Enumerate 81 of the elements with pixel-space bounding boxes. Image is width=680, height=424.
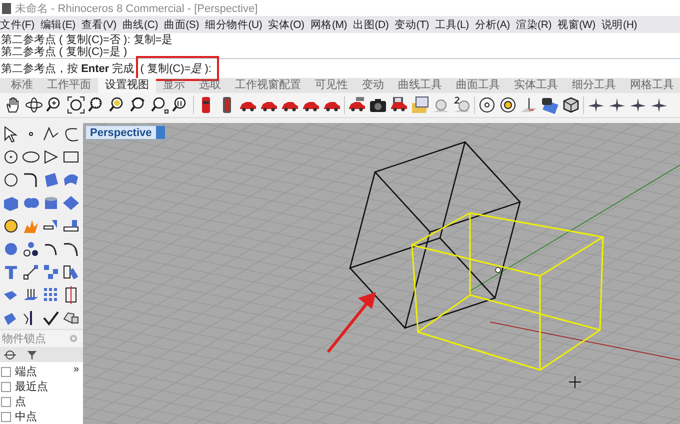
camera-icon[interactable] [541,96,559,114]
points-icon[interactable] [22,240,40,258]
command-history-line: 第二参考点 ( 复制(C)=是 ) [1,46,128,58]
toolbar-tab[interactable]: 细分工具 [565,78,623,93]
arc-icon[interactable] [62,240,80,258]
menu-item[interactable]: 查看(V) [81,18,116,32]
toolbar-tab[interactable]: 选取 [192,78,228,93]
move-icon[interactable] [22,263,40,281]
toolbar-tab[interactable]: 曲面工具 [449,78,507,93]
window-title: 未命名 - Rhinoceros 8 Commercial - [Perspective] [15,2,258,16]
toolbar-tab[interactable]: 设置视图 [98,78,156,93]
rotate-icon[interactable] [62,263,80,281]
menu-item[interactable]: 出图(D) [353,18,389,32]
command-prompt: 第二参考点，按 Enter 完成 [1,62,134,76]
pin-icon[interactable] [520,96,538,114]
snap-icon[interactable] [4,348,16,360]
menu-item[interactable]: 编辑(E) [40,18,76,32]
array-icon[interactable] [42,263,60,281]
menu-item[interactable]: 视窗(W) [558,18,596,32]
checkbox[interactable] [1,382,11,392]
circle-icon[interactable] [2,148,20,166]
crosshair-cursor-icon [568,376,582,388]
folder-icon[interactable] [411,96,429,114]
menu-item[interactable]: 细分物件(U) [205,18,262,32]
arc-icon[interactable] [42,148,60,166]
menu-item[interactable]: 工具(L) [435,18,469,32]
mesh-icon[interactable] [62,194,80,212]
toolbar-tab[interactable]: 网格工具 [623,78,680,93]
menu-item[interactable]: 文件(F) [0,18,34,32]
target-icon[interactable] [478,96,496,114]
panel-title: 物件锁点 [2,332,46,346]
zoom-dynamic-icon[interactable] [151,96,169,114]
polyline-icon[interactable] [42,125,60,143]
cube-icon[interactable] [562,96,580,114]
sphere-icon[interactable] [453,96,471,114]
menu-item[interactable]: 说明(H) [601,18,638,32]
expand-button[interactable]: » [73,364,79,375]
pointer-icon[interactable] [2,125,20,143]
menu-item[interactable]: 变动(T) [394,18,430,32]
menu-item[interactable]: 曲线(C) [122,18,158,32]
checkbox-label: 中点 [15,410,37,424]
save-icon[interactable] [390,96,408,114]
command-history-line: 第二参考点 ( 复制(C)=否 ): 复制=是 [1,34,174,46]
menu-item[interactable]: 网格(M) [310,18,348,32]
camera-icon[interactable] [369,96,387,114]
check-icon[interactable] [42,309,60,327]
orbit-icon[interactable] [25,96,43,114]
checkbox-label: 端点 [15,364,37,379]
curve-icon[interactable] [62,125,80,143]
car-icon[interactable] [348,96,366,114]
grid-icon[interactable] [42,286,60,304]
arrow [326,292,376,353]
checkbox[interactable] [1,396,11,406]
toolbar-tab[interactable]: 曲线工具 [391,78,449,93]
box-icon[interactable] [2,194,20,212]
checkbox-label: 最近点 [15,380,48,394]
circle-icon[interactable] [2,171,20,189]
menu-item[interactable]: 渲染(R) [516,18,552,32]
menu-item[interactable]: 曲面(S) [164,18,199,32]
toolbar-tab[interactable]: 显示 [156,78,192,93]
toolbar-tab[interactable]: 工作视窗配置 [228,78,308,93]
surface-icon[interactable] [42,171,60,189]
toolbar-tab[interactable]: 可见性 [308,78,355,93]
point-marker [495,267,501,273]
checkbox[interactable] [1,366,11,376]
gear-icon[interactable] [2,217,20,235]
app-icon [2,2,11,14]
menu-item[interactable]: 分析(A) [474,18,510,32]
cylinder-icon[interactable] [42,194,60,212]
menu-item[interactable]: 实体(O) [268,18,304,32]
target-icon[interactable] [499,96,517,114]
text-icon[interactable] [2,263,20,281]
toolbar-tab[interactable]: 标准 [4,78,40,93]
blob-icon[interactable] [2,240,20,258]
zoom-extents-icon[interactable] [67,96,85,114]
toolbar-tab[interactable]: 工作平面 [40,78,98,93]
fillet-icon[interactable] [22,171,40,189]
checkbox-label: 点 [15,394,26,409]
toolbar-tab[interactable]: 实体工具 [507,78,565,93]
checkbox[interactable] [1,412,11,422]
toolbar-tab[interactable]: 变动 [355,78,391,93]
